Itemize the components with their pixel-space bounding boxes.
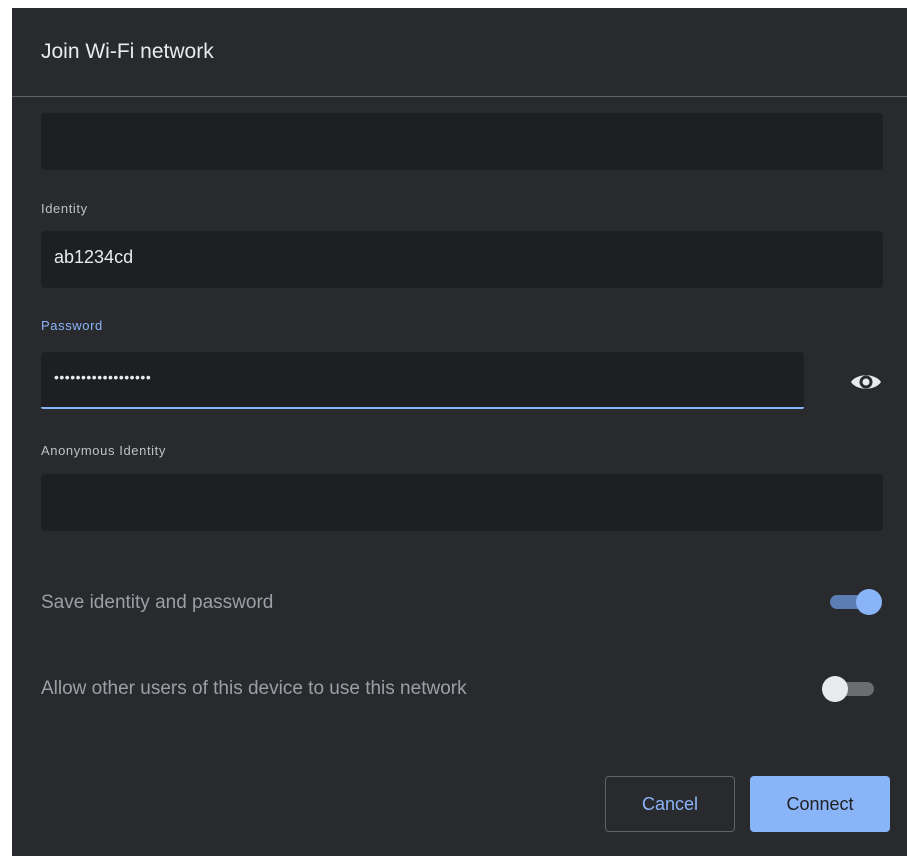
save-identity-toggle[interactable]	[826, 587, 882, 617]
connect-button[interactable]: Connect	[750, 776, 890, 832]
identity-label: Identity	[41, 201, 88, 216]
password-focus-underline	[41, 407, 804, 409]
password-input[interactable]: ••••••••••••••••••	[41, 352, 804, 409]
share-network-label: Allow other users of this device to use …	[41, 678, 467, 699]
anonymous-identity-label: Anonymous Identity	[41, 443, 166, 458]
show-password-button[interactable]	[846, 367, 886, 397]
toggle-knob	[822, 676, 848, 702]
anonymous-identity-input[interactable]	[41, 474, 883, 531]
identity-input[interactable]: ab1234cd	[41, 231, 883, 288]
share-network-toggle[interactable]	[822, 674, 878, 704]
password-value: ••••••••••••••••••	[54, 369, 152, 385]
toggle-knob	[856, 589, 882, 615]
eye-icon	[851, 375, 881, 389]
dialog-title: Join Wi-Fi network	[41, 40, 214, 63]
join-wifi-dialog: Join Wi-Fi network Identity ab1234cd Pas…	[12, 8, 907, 856]
dialog-header: Join Wi-Fi network	[12, 8, 907, 97]
cancel-button[interactable]: Cancel	[605, 776, 735, 832]
password-label: Password	[41, 318, 103, 333]
network-field-input[interactable]	[41, 113, 883, 170]
save-identity-label: Save identity and password	[41, 592, 274, 613]
identity-value: ab1234cd	[54, 247, 134, 267]
